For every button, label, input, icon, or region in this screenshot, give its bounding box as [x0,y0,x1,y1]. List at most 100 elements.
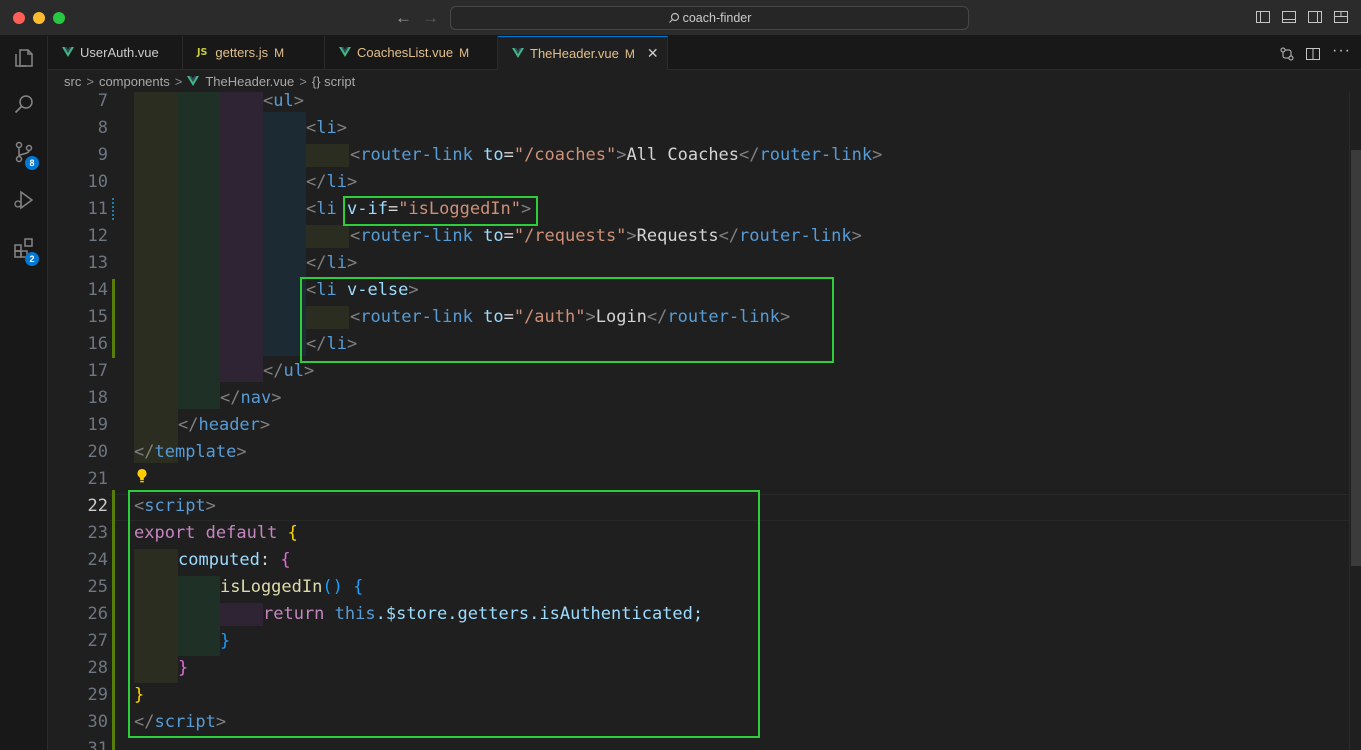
tab-userauth[interactable]: UserAuth.vue [48,36,183,69]
punct: < [134,496,145,516]
scrollbar-thumb[interactable] [1351,150,1361,566]
code-line: <router-link to="/coaches">All Coaches</… [350,145,882,165]
code-line: </li> [306,253,357,273]
code-line: } [134,685,144,705]
line-number: 8 [97,118,108,138]
tab-getters[interactable]: JS getters.js M [183,36,325,69]
close-window-button[interactable] [13,12,25,24]
code-line: </li> [306,172,357,192]
indent-guide [220,603,263,626]
indent-guide [263,112,306,356]
code-editor[interactable]: 7 8 9 10 11 12 13 14 15 16 17 18 19 20 2… [48,92,1349,750]
search-icon [668,9,680,31]
punct: </ [178,415,199,435]
indent-guide [178,92,220,409]
compare-changes-icon[interactable] [1279,46,1295,67]
toggle-primary-sidebar-icon[interactable] [1256,10,1270,24]
source-control-badge: 8 [25,156,39,170]
breadcrumb-file[interactable]: TheHeader.vue [205,74,294,89]
punct: = [503,145,514,165]
code-line: isLoggedIn() { [220,577,363,597]
expression: .$store.getters.isAuthenticated; [375,604,704,624]
breadcrumb-symbol[interactable]: {} script [312,74,355,89]
run-debug-icon [12,188,36,217]
attr-value: "isLoggedIn" [398,199,522,219]
customize-layout-icon[interactable] [1334,10,1348,24]
code-line: <ul> [263,92,304,111]
property: computed [178,550,260,570]
brace: } [220,631,231,651]
punct: > [215,712,227,732]
text-content: Login [595,307,647,327]
indent-guide [306,144,349,167]
gutter-added-marker [112,490,115,750]
toggle-panel-icon[interactable] [1282,10,1296,24]
this-keyword: this [334,604,376,624]
activity-explorer[interactable] [8,44,40,76]
punct: > [346,253,358,273]
toggle-secondary-sidebar-icon[interactable] [1308,10,1322,24]
line-number: 25 [87,577,108,597]
more-actions-icon[interactable]: ··· [1332,42,1351,60]
vue-file-icon [187,74,200,89]
tab-coacheslist[interactable]: CoachesList.vue M [325,36,498,69]
code-line: } [178,658,188,678]
js-file-icon: JS [197,47,208,58]
punct: </ [306,172,327,192]
activity-extensions[interactable]: 2 [8,234,40,266]
line-number: 18 [87,388,108,408]
breadcrumb-src[interactable]: src [64,74,81,89]
text-content: All Coaches [626,145,740,165]
code-line: <script> [134,496,216,516]
line-number: 11 [87,199,108,219]
indent-guide [134,549,178,683]
tag-name: ul [283,361,304,381]
activity-source-control[interactable]: 8 [8,138,40,170]
forward-arrow-icon[interactable]: → [422,8,439,28]
breadcrumb-components[interactable]: components [99,74,170,89]
maximize-window-button[interactable] [53,12,65,24]
lightbulb-icon[interactable] [136,468,148,489]
punct: = [503,307,514,327]
activity-search[interactable] [8,90,40,122]
punct: : [259,550,271,570]
brace: { [287,523,298,543]
punct: < [350,307,361,327]
tag-name: router-link [739,226,852,246]
command-center-search[interactable]: coach-finder [450,6,969,30]
punct: > [205,496,216,516]
line-number: 10 [87,172,108,192]
line-number: 9 [97,145,108,165]
editor-scrollbar[interactable] [1349,92,1361,750]
punct: </ [220,388,241,408]
breadcrumb-separator: > [86,73,94,89]
code-line: <router-link to="/requests">Requests</ro… [350,226,862,246]
minimize-window-button[interactable] [33,12,45,24]
indent-guide [306,225,349,248]
line-number: 17 [87,361,108,381]
tab-theheader[interactable]: TheHeader.vue M ✕ [498,36,668,70]
line-number: 26 [87,604,108,624]
line-number: 7 [97,92,108,111]
code-line: </header> [178,415,270,435]
tag-name: header [198,415,260,435]
punct: < [350,226,361,246]
code-line: </nav> [220,388,281,408]
line-number: 16 [87,334,108,354]
activity-run-debug[interactable] [8,186,40,218]
code-line: export default { [134,523,298,543]
split-editor-icon[interactable] [1305,46,1321,67]
tab-label: getters.js [215,45,269,60]
line-number: 22 [87,496,108,516]
line-number: 19 [87,415,108,435]
breadcrumb-separator: > [174,73,183,89]
punct: </ [646,307,668,327]
code-line: computed: { [178,550,291,570]
search-icon [12,92,36,121]
punct: > [336,118,347,138]
back-arrow-icon[interactable]: ← [395,8,412,28]
close-icon[interactable]: ✕ [647,45,659,62]
code-line: </ul> [263,361,314,381]
tag-name: router-link [360,226,473,246]
attr-value: "/auth" [513,307,586,327]
